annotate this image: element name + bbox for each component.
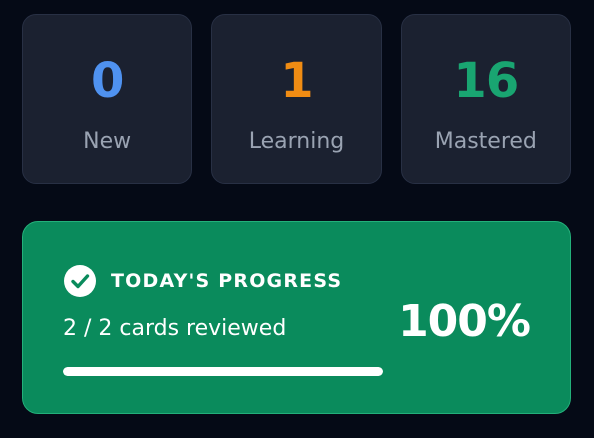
progress-header: TODAY'S PROGRESS bbox=[64, 265, 342, 297]
progress-title: TODAY'S PROGRESS bbox=[111, 270, 343, 292]
stat-card-mastered: 16 Mastered bbox=[400, 14, 571, 184]
stat-learning-value: 1 bbox=[280, 53, 313, 109]
stats-row: 0 New 1 Learning 16 Mastered bbox=[22, 14, 571, 184]
stat-mastered-value: 16 bbox=[453, 53, 519, 109]
stat-new-label: New bbox=[83, 129, 132, 154]
stat-card-learning: 1 Learning bbox=[211, 14, 382, 184]
stat-new-value: 0 bbox=[90, 53, 124, 109]
progress-percent: 100% bbox=[398, 296, 531, 347]
progress-subtitle: 2 / 2 cards reviewed bbox=[63, 316, 287, 341]
stat-mastered-label: Mastered bbox=[434, 129, 537, 154]
progress-bar-fill bbox=[63, 367, 383, 376]
todays-progress-card: TODAY'S PROGRESS 2 / 2 cards reviewed 10… bbox=[22, 221, 571, 414]
stat-learning-label: Learning bbox=[248, 129, 345, 154]
check-circle-icon bbox=[64, 265, 96, 297]
progress-bar bbox=[63, 367, 383, 376]
stat-card-new: 0 New bbox=[22, 14, 193, 184]
